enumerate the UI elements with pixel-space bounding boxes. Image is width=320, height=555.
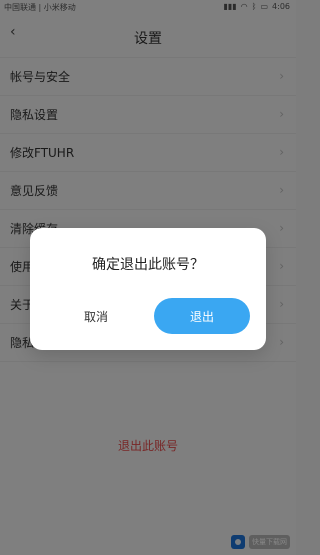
cancel-label: 取消 xyxy=(83,310,108,324)
logout-confirm-dialog: 确定退出此账号？ 取消 退出 xyxy=(30,228,266,350)
dialog-actions: 取消 退出 xyxy=(30,298,266,334)
confirm-label: 退出 xyxy=(189,310,214,324)
confirm-logout-button[interactable]: 退出 xyxy=(154,298,250,334)
cancel-button[interactable]: 取消 xyxy=(40,298,152,334)
dialog-message: 确定退出此账号？ xyxy=(92,257,204,273)
